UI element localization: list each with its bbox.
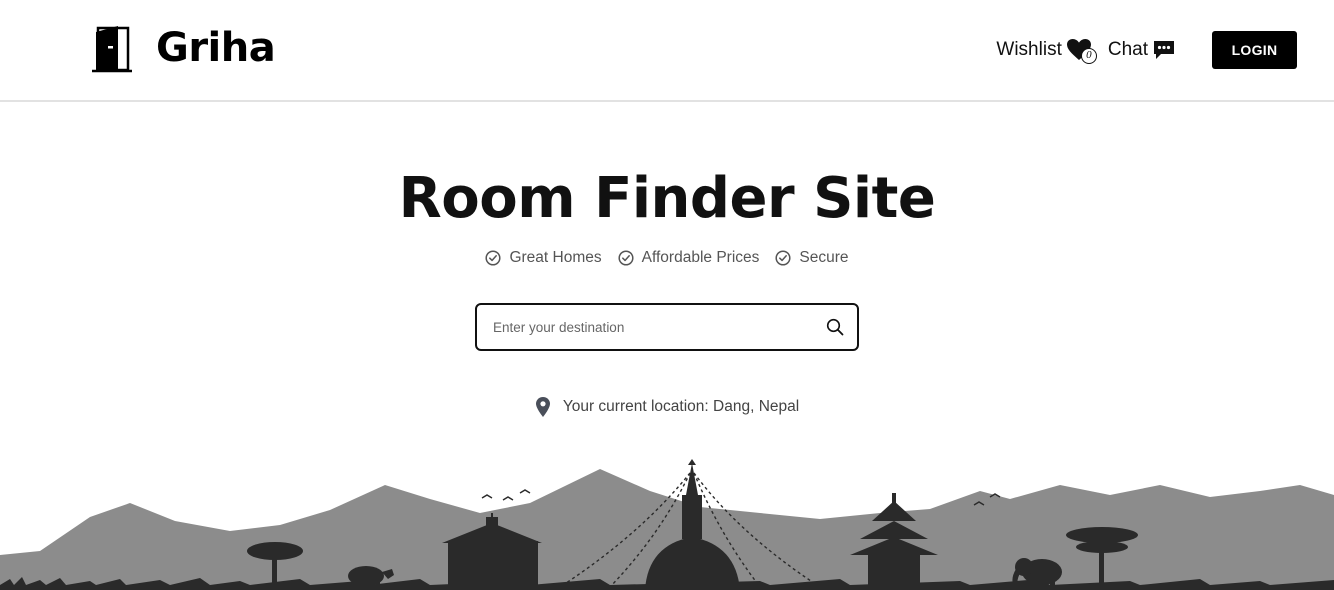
main-nav: Wishlist 0 Chat LOGIN: [996, 31, 1297, 69]
search-icon[interactable]: [813, 305, 857, 349]
brand-name: Griha: [156, 25, 276, 71]
brand-logo-link[interactable]: Griha: [92, 22, 276, 74]
feature-item: Affordable Prices: [618, 249, 760, 267]
feature-label: Affordable Prices: [641, 249, 760, 266]
search-input[interactable]: [477, 305, 813, 349]
location-text: Your current location: Dang, Nepal: [562, 398, 800, 415]
check-circle-icon: [618, 250, 634, 266]
check-circle-icon: [775, 250, 791, 266]
chat-label: Chat: [1107, 39, 1148, 60]
map-pin-icon: [535, 397, 550, 417]
chat-bubble-icon: [1154, 41, 1174, 59]
current-location: Your current location: Dang, Nepal: [0, 396, 1334, 418]
chat-link[interactable]: Chat: [1108, 39, 1176, 61]
check-circle-icon: [485, 250, 502, 266]
wishlist-count-badge: 0: [1080, 48, 1097, 64]
door-icon: [92, 26, 132, 73]
login-button[interactable]: LOGIN: [1212, 31, 1297, 69]
feature-label: Secure: [799, 249, 849, 266]
feature-label: Great Homes: [509, 249, 602, 266]
wishlist-link[interactable]: Wishlist 0: [996, 36, 1097, 64]
nepal-skyline-illustration: [0, 459, 1334, 590]
page-title: Room Finder Site: [398, 166, 936, 231]
site-header: Griha Wishlist 0 Chat LOGIN: [0, 0, 1334, 102]
feature-item: Secure: [775, 249, 849, 267]
feature-list: Great Homes Affordable Prices Secure: [0, 249, 1334, 267]
wishlist-label: Wishlist: [996, 39, 1062, 60]
heart-icon: 0: [1066, 36, 1098, 64]
destination-search: [475, 303, 859, 351]
feature-item: Great Homes: [485, 249, 602, 267]
